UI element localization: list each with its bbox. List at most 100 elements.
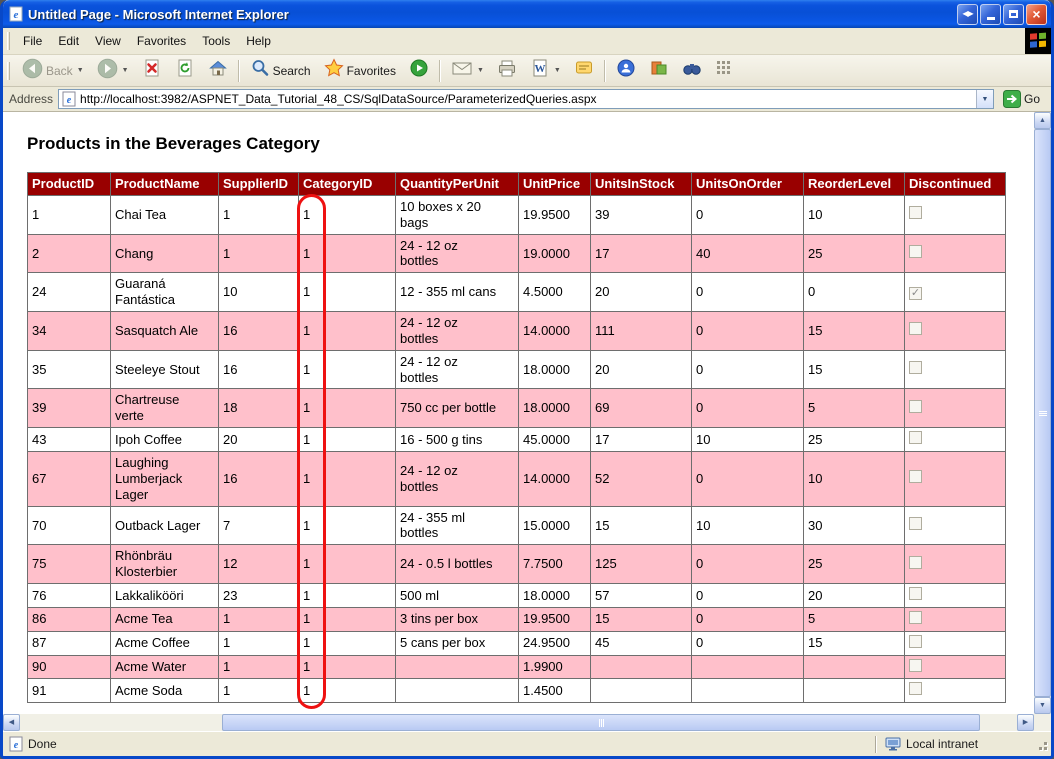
mail-dropdown-icon[interactable]: ▼ <box>477 67 484 74</box>
menu-tools[interactable]: Tools <box>194 30 238 52</box>
address-input[interactable] <box>78 92 976 106</box>
discuss-button[interactable] <box>568 54 600 87</box>
table-cell: Guaraná Fantástica <box>111 273 219 312</box>
stop-button[interactable] <box>136 54 168 87</box>
svg-text:e: e <box>14 740 19 751</box>
table-cell: Chartreuse verte <box>111 389 219 428</box>
vertical-scrollbar[interactable]: ▲ ▼ <box>1034 112 1051 714</box>
mail-button[interactable]: ▼ <box>445 54 490 87</box>
edit-dropdown-icon[interactable]: ▼ <box>554 67 561 74</box>
table-cell: Outback Lager <box>111 506 219 545</box>
back-dropdown-icon[interactable]: ▼ <box>77 67 84 74</box>
table-cell: 45.0000 <box>519 428 591 452</box>
binoculars-button[interactable] <box>676 54 708 87</box>
menu-file[interactable]: File <box>15 30 50 52</box>
search-button[interactable]: Search <box>244 54 317 87</box>
back-icon <box>22 58 43 84</box>
table-cell-discontinued <box>905 679 1006 703</box>
horizontal-scroll-track[interactable] <box>20 714 1017 731</box>
table-cell: 40 <box>692 234 804 273</box>
close-button[interactable]: × <box>1026 4 1047 25</box>
minimize-button[interactable] <box>980 4 1001 25</box>
scroll-left-button[interactable]: ◀ <box>3 714 20 731</box>
scroll-down-button[interactable]: ▼ <box>1034 697 1051 714</box>
svg-text:e: e <box>67 95 72 106</box>
toolbar-grip[interactable] <box>7 62 10 80</box>
table-cell: 24.9500 <box>519 631 591 655</box>
scroll-right-button[interactable]: ▶ <box>1017 714 1034 731</box>
page-icon: e <box>62 91 76 107</box>
table-cell: 39 <box>28 389 111 428</box>
table-cell: 1 <box>219 655 299 679</box>
toolbar-grip[interactable] <box>7 32 10 50</box>
address-input-box: e ▼ <box>58 89 994 109</box>
table-cell: 4.5000 <box>519 273 591 312</box>
address-label: Address <box>9 92 53 106</box>
discontinued-checkbox <box>909 322 922 335</box>
discontinued-checkbox <box>909 245 922 258</box>
scrollbar-corner <box>1034 714 1051 731</box>
messenger-button[interactable] <box>610 54 642 87</box>
table-row: 76Lakkalikööri231500 ml18.000057020 <box>28 584 1006 608</box>
grid-button[interactable] <box>709 55 739 86</box>
vertical-scroll-track[interactable] <box>1034 129 1051 697</box>
menu-edit[interactable]: Edit <box>50 30 87 52</box>
table-cell: 0 <box>692 312 804 351</box>
status-divider <box>875 736 877 753</box>
forward-dropdown-icon[interactable]: ▼ <box>122 67 129 74</box>
horizontal-scroll-thumb[interactable] <box>222 714 980 731</box>
table-cell: 52 <box>591 452 692 507</box>
title-bar[interactable]: e Untitled Page - Microsoft Internet Exp… <box>3 0 1051 28</box>
products-gridview: ProductIDProductNameSupplierIDCategoryID… <box>27 172 1006 703</box>
print-button[interactable] <box>491 54 523 87</box>
menu-help[interactable]: Help <box>238 30 279 52</box>
vertical-scroll-thumb[interactable] <box>1034 129 1051 697</box>
table-cell: 39 <box>591 195 692 234</box>
table-cell: 1 <box>299 452 396 507</box>
back-button[interactable]: Back ▼ <box>16 54 90 88</box>
discontinued-checkbox <box>909 587 922 600</box>
resize-grip[interactable] <box>1035 736 1049 752</box>
word-document-icon: W <box>530 58 550 83</box>
address-dropdown-button[interactable]: ▼ <box>976 90 993 108</box>
table-cell: Ipoh Coffee <box>111 428 219 452</box>
toolbar-separator <box>238 60 240 82</box>
forward-icon <box>97 58 118 84</box>
horizontal-scrollbar[interactable]: ◀ ▶ <box>3 714 1034 731</box>
svg-text:W: W <box>534 63 545 75</box>
restore-arrows-button[interactable]: ◀▶ <box>957 4 978 25</box>
table-cell: 16 <box>219 312 299 351</box>
home-button[interactable] <box>202 54 234 87</box>
table-cell: Chang <box>111 234 219 273</box>
column-header-discontinued: Discontinued <box>905 173 1006 196</box>
table-cell: 17 <box>591 234 692 273</box>
table-row: 43Ipoh Coffee20116 - 500 g tins45.000017… <box>28 428 1006 452</box>
menu-favorites[interactable]: Favorites <box>129 30 194 52</box>
refresh-button[interactable] <box>169 54 201 87</box>
table-cell-discontinued <box>905 452 1006 507</box>
scroll-up-button[interactable]: ▲ <box>1034 112 1051 129</box>
table-cell: 0 <box>692 389 804 428</box>
research-button[interactable] <box>643 54 675 87</box>
table-cell <box>591 655 692 679</box>
menu-view[interactable]: View <box>87 30 129 52</box>
search-icon <box>250 58 270 83</box>
table-row: 91Acme Soda111.4500 <box>28 679 1006 703</box>
media-button[interactable] <box>403 54 435 87</box>
favorites-button[interactable]: Favorites <box>318 54 402 87</box>
discontinued-checkbox <box>909 470 922 483</box>
table-cell: 24 - 12 oz bottles <box>396 350 519 389</box>
table-cell: 1 <box>219 607 299 631</box>
maximize-button[interactable] <box>1003 4 1024 25</box>
table-cell: 76 <box>28 584 111 608</box>
table-cell: 23 <box>219 584 299 608</box>
table-cell: 20 <box>219 428 299 452</box>
forward-button[interactable]: ▼ <box>91 54 135 88</box>
table-cell: 69 <box>591 389 692 428</box>
table-cell: 1 <box>299 195 396 234</box>
table-cell: 16 <box>219 452 299 507</box>
table-cell: 0 <box>692 607 804 631</box>
table-cell: 500 ml <box>396 584 519 608</box>
edit-with-word-button[interactable]: W ▼ <box>524 54 567 87</box>
go-button[interactable]: Go <box>999 88 1047 110</box>
